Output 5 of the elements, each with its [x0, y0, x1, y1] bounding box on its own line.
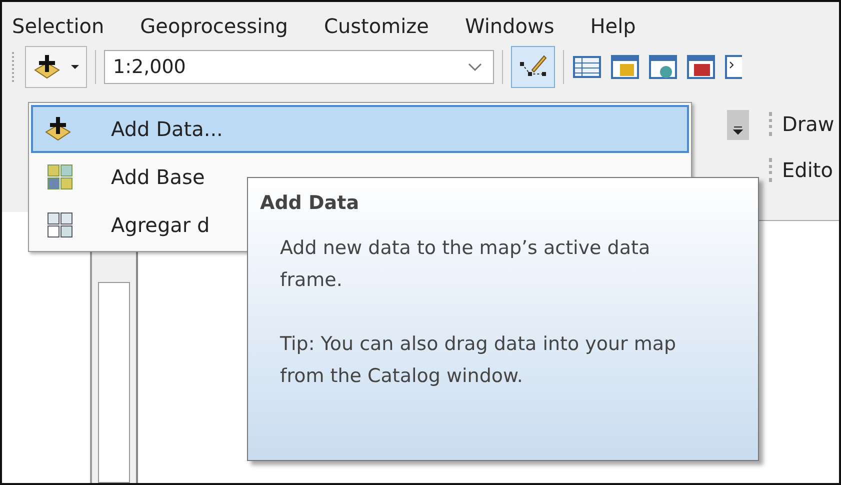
- tooltip-title: Add Data: [260, 192, 360, 214]
- toolbar-title: Draw: [782, 112, 834, 136]
- tooltip-text: Tip: You can also drag data into your map from the Catalog window.: [279, 332, 678, 389]
- toolbar-title: Edito: [782, 158, 833, 182]
- tooltip-text: Add new data to the map’s active data frame.: [279, 236, 652, 293]
